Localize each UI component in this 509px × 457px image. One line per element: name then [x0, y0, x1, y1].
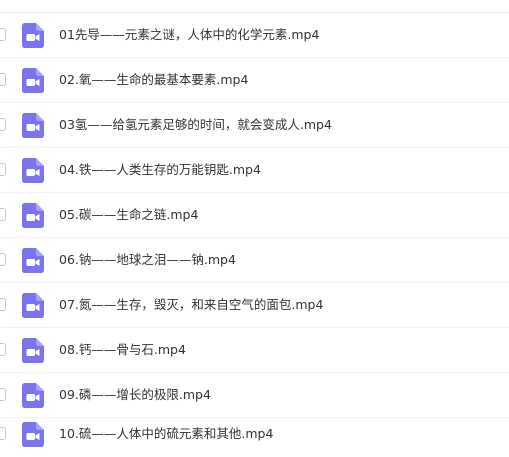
video-file-icon	[22, 293, 44, 318]
file-name[interactable]: 09.磷——增长的极限.mp4	[59, 386, 211, 404]
row-checkbox[interactable]	[0, 298, 6, 311]
row-checkbox[interactable]	[0, 343, 6, 356]
video-file-icon	[22, 23, 44, 48]
video-file-icon	[22, 68, 44, 93]
file-row[interactable]: 01先导——元素之谜，人体中的化学元素.mp4	[0, 13, 509, 58]
row-checkbox[interactable]	[0, 73, 6, 86]
video-file-icon	[22, 248, 44, 273]
file-row[interactable]: 04.铁——人类生存的万能钥匙.mp4	[0, 148, 509, 193]
row-checkbox[interactable]	[0, 118, 6, 131]
file-name[interactable]: 01先导——元素之谜，人体中的化学元素.mp4	[59, 26, 319, 44]
file-name[interactable]: 08.钙——骨与石.mp4	[59, 341, 186, 359]
row-checkbox[interactable]	[0, 427, 6, 440]
file-row[interactable]: 06.钠——地球之泪——钠.mp4	[0, 238, 509, 283]
file-name[interactable]: 07.氮——生存，毁灭，和来自空气的面包.mp4	[59, 296, 323, 314]
file-name[interactable]: 06.钠——地球之泪——钠.mp4	[59, 251, 236, 269]
file-name[interactable]: 02.氧——生命的最基本要素.mp4	[59, 71, 248, 89]
video-file-icon	[22, 203, 44, 228]
file-row[interactable]: 03氢——给氢元素足够的时间，就会变成人.mp4	[0, 103, 509, 148]
file-name[interactable]: 10.硫——人体中的硫元素和其他.mp4	[59, 425, 273, 443]
file-row[interactable]: 10.硫——人体中的硫元素和其他.mp4	[0, 412, 509, 457]
video-file-icon	[22, 422, 44, 447]
file-name[interactable]: 03氢——给氢元素足够的时间，就会变成人.mp4	[59, 116, 332, 134]
row-checkbox[interactable]	[0, 253, 6, 266]
file-list: 01先导——元素之谜，人体中的化学元素.mp4 02.氧——生命的最基本要素.m…	[0, 0, 509, 457]
video-file-icon	[22, 158, 44, 183]
file-name[interactable]: 04.铁——人类生存的万能钥匙.mp4	[59, 161, 261, 179]
row-checkbox[interactable]	[0, 163, 6, 176]
file-name[interactable]: 05.碳——生命之链.mp4	[59, 206, 198, 224]
row-checkbox[interactable]	[0, 28, 6, 41]
video-file-icon	[22, 113, 44, 138]
row-checkbox[interactable]	[0, 388, 6, 401]
file-row[interactable]: 08.钙——骨与石.mp4	[0, 328, 509, 373]
file-row[interactable]: 07.氮——生存，毁灭，和来自空气的面包.mp4	[0, 283, 509, 328]
file-row[interactable]: 02.氧——生命的最基本要素.mp4	[0, 58, 509, 103]
video-file-icon	[22, 338, 44, 363]
file-row[interactable]: 05.碳——生命之链.mp4	[0, 193, 509, 238]
video-file-icon	[22, 383, 44, 408]
row-checkbox[interactable]	[0, 208, 6, 221]
